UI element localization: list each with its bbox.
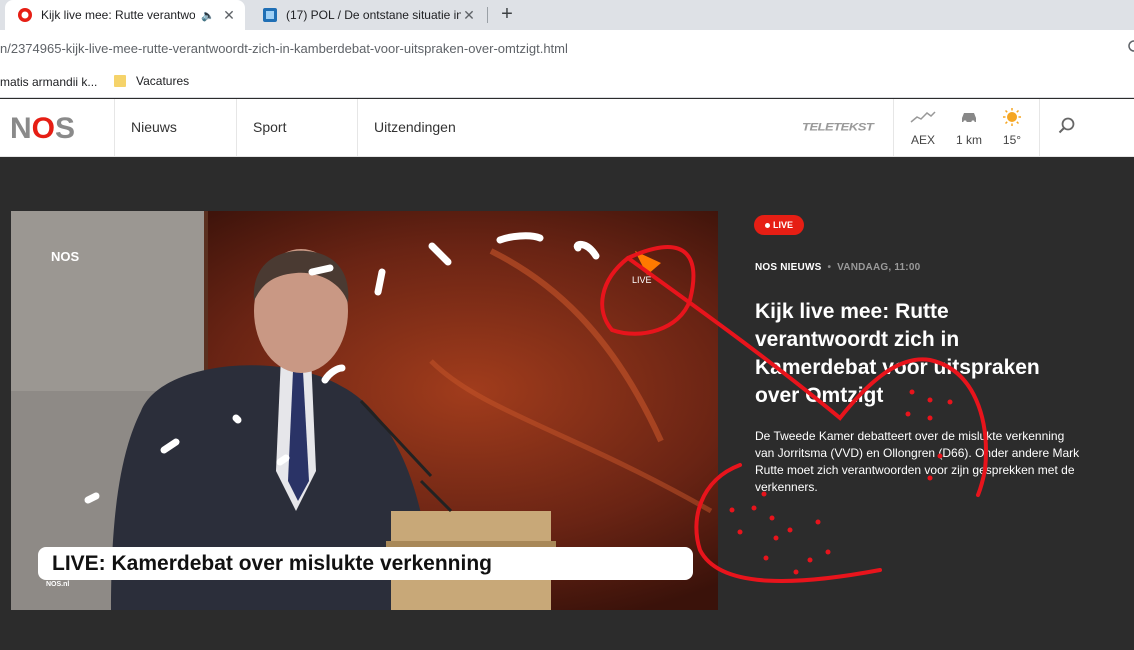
url-field[interactable]: n/2374965-kijk-live-mee-rutte-verantwoor… [0,41,568,56]
search-icon[interactable] [1058,117,1076,135]
article-source: NOS NIEUWS [755,262,822,273]
temperature-label: 15° [1002,133,1022,147]
address-bar: n/2374965-kijk-live-mee-rutte-verantwoor… [0,30,1134,68]
article-date: VANDAAG, 11:00 [837,262,921,273]
tab-title: (17) POL / De ontstane situatie in [286,8,461,22]
nav-divider [114,99,115,157]
close-tab-icon[interactable]: ✕ [461,7,477,23]
close-tab-icon[interactable]: ✕ [221,7,237,23]
weather-widget[interactable]: 15° [992,107,1032,147]
nos-watermark: NOS [51,249,80,264]
nav-divider [1039,99,1040,157]
browser-tab-inactive[interactable]: (17) POL / De ontstane situatie in ✕ [250,0,485,30]
bookmark-item[interactable]: matis armandii k... [0,75,97,89]
car-icon [962,113,976,124]
traffic-label: 1 km [955,133,982,147]
folder-icon [114,75,126,87]
site-favicon-icon [263,8,277,22]
nos-logo[interactable]: NOS [10,112,75,146]
new-tab-button[interactable]: + [496,4,518,26]
video-player[interactable]: NOS LIVE LIVE: Kamerdebat over mislukte … [11,211,718,610]
opera-icon [18,8,32,22]
bookmark-label: Vacatures [136,74,190,88]
bookmarks-bar: matis armandii k... Vacatures [0,68,1134,98]
live-badge: LIVE [754,215,804,235]
live-badge-label: LIVE [772,220,793,230]
tab-title: Kijk live mee: Rutte verantwoo [41,8,196,22]
nav-divider [893,99,894,157]
sun-icon [1003,108,1021,126]
nav-item-sport[interactable]: Sport [253,119,286,135]
live-dot-icon [764,222,770,228]
tab-separator [487,7,488,23]
nav-item-nieuws[interactable]: Nieuws [131,119,177,135]
browser-tab-active[interactable]: Kijk live mee: Rutte verantwoo 🔈 ✕ [5,0,245,30]
site-header: NOS Nieuws Sport Uitzendingen TELETEKST … [0,99,1134,157]
video-caption: LIVE: Kamerdebat over mislukte verkennin… [52,552,492,575]
aex-label: AEX [910,133,935,147]
video-caption-bar: LIVE: Kamerdebat over mislukte verkennin… [38,547,693,580]
nav-item-uitzendingen[interactable]: Uitzendingen [374,119,456,135]
live-corner-label: LIVE [632,275,652,285]
traffic-widget[interactable]: 1 km [949,107,989,147]
article-headline[interactable]: Kijk live mee: Rutte verantwoordt zich i… [755,298,1075,410]
article-summary: De Tweede Kamer debatteert over de mislu… [755,429,1080,494]
speaker-icon[interactable]: 🔈 [201,9,215,22]
teletekst-link[interactable]: TELETEKST [802,120,874,133]
browser-tabstrip: Kijk live mee: Rutte verantwoo 🔈 ✕ (17) … [0,0,1134,30]
chart-icon [910,111,936,123]
article-meta: NOS NIEUWS • VANDAAG, 11:00 [755,262,920,273]
nav-divider [236,99,237,157]
bookmark-folder[interactable]: Vacatures [114,74,189,88]
meta-separator-icon: • [827,262,832,273]
nav-divider [357,99,358,157]
nos-tiny-logo: NOS.nl [46,581,70,588]
aex-widget[interactable]: AEX [903,107,943,147]
zoom-icon[interactable] [1126,40,1134,54]
